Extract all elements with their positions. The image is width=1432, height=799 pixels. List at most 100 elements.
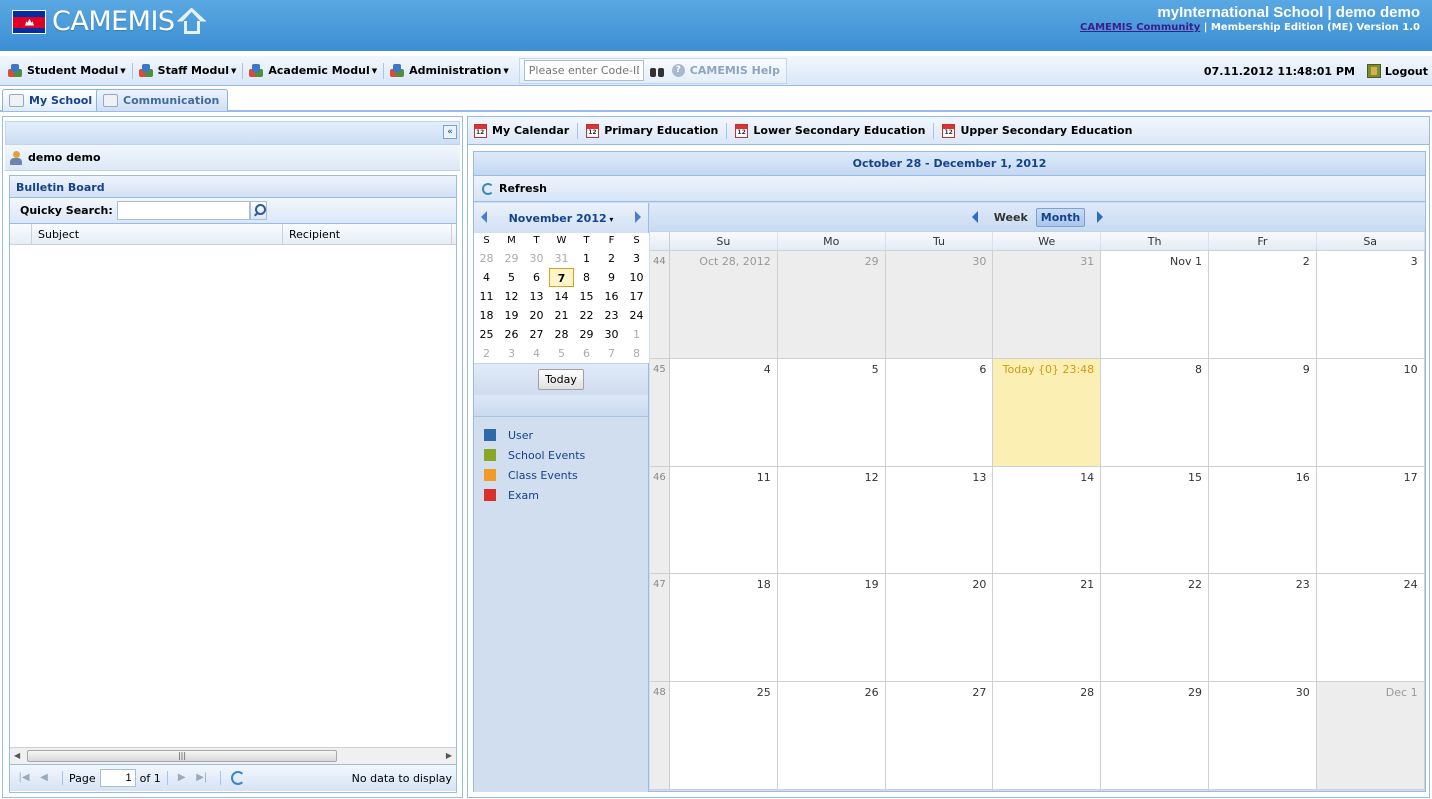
horizontal-scrollbar[interactable]: ◀ ||| ▶ <box>10 747 456 764</box>
mini-day[interactable]: 23 <box>599 306 624 325</box>
refresh-icon[interactable] <box>230 771 245 785</box>
day-cell[interactable]: 5 <box>778 358 886 466</box>
mini-day[interactable]: 3 <box>499 344 524 363</box>
tab-upper-secondary-education[interactable]: Upper Secondary Education <box>942 123 1132 138</box>
day-cell[interactable]: 12 <box>778 466 886 574</box>
mini-day[interactable]: 20 <box>524 306 549 325</box>
code-id-input[interactable] <box>523 60 644 81</box>
day-cell[interactable]: 19 <box>778 574 886 682</box>
mini-day[interactable]: 8 <box>574 268 599 287</box>
mini-day[interactable]: 30 <box>599 325 624 344</box>
last-page-icon[interactable]: ▶| <box>194 770 210 786</box>
mini-day[interactable]: 4 <box>474 268 499 287</box>
mini-day[interactable]: 26 <box>499 325 524 344</box>
day-cell[interactable]: 16 <box>1209 466 1317 574</box>
scroll-right-icon[interactable]: ▶ <box>446 751 452 760</box>
collapse-left-icon[interactable]: « <box>443 125 457 139</box>
mini-day[interactable]: 29 <box>499 249 524 268</box>
day-cell[interactable]: 13 <box>886 466 994 574</box>
mini-day[interactable]: 2 <box>599 249 624 268</box>
next-month-icon[interactable] <box>635 211 641 223</box>
prev-month-icon[interactable] <box>481 211 487 223</box>
day-cell[interactable]: 28 <box>993 682 1102 789</box>
week-view-button[interactable]: Week <box>990 209 1032 226</box>
mini-day[interactable]: 29 <box>574 325 599 344</box>
day-cell[interactable]: 2 <box>1209 251 1317 358</box>
day-cell[interactable]: 26 <box>778 682 886 789</box>
mini-day[interactable]: 4 <box>524 344 549 363</box>
day-cell[interactable]: 29 <box>1101 682 1209 789</box>
binoculars-icon[interactable] <box>649 65 664 77</box>
mini-day[interactable]: 15 <box>574 287 599 306</box>
day-cell[interactable]: 20 <box>886 574 994 682</box>
mini-day[interactable]: 30 <box>524 249 549 268</box>
day-cell[interactable]: 17 <box>1317 466 1425 574</box>
academic-modul-menu[interactable]: Academic Modul ▼ <box>245 60 381 82</box>
student-modul-menu[interactable]: Student Modul ▼ <box>4 60 130 82</box>
day-cell[interactable]: 21 <box>993 574 1102 682</box>
mini-day[interactable]: 19 <box>499 306 524 325</box>
tab-lower-secondary-education[interactable]: Lower Secondary Education <box>735 123 925 138</box>
day-cell[interactable]: 31 <box>993 251 1102 358</box>
mini-day[interactable]: 2 <box>474 344 499 363</box>
day-cell[interactable]: Nov 1 <box>1101 251 1209 358</box>
day-cell[interactable]: 14 <box>993 466 1102 574</box>
day-cell[interactable]: 30 <box>1209 682 1317 789</box>
day-cell[interactable]: 3 <box>1317 251 1425 358</box>
day-cell[interactable]: 11 <box>670 466 778 574</box>
mini-day[interactable]: 10 <box>624 268 649 287</box>
mini-day[interactable]: 9 <box>599 268 624 287</box>
prev-page-icon[interactable]: ◀ <box>36 770 52 786</box>
day-cell[interactable]: 9 <box>1209 358 1317 466</box>
community-link[interactable]: CAMEMIS Community <box>1080 22 1200 33</box>
mini-day[interactable]: 12 <box>499 287 524 306</box>
mini-day[interactable]: 13 <box>524 287 549 306</box>
mini-day[interactable]: 21 <box>549 306 574 325</box>
day-cell-today[interactable]: Today {0} 23:48 <box>993 358 1102 466</box>
mini-day[interactable]: 25 <box>474 325 499 344</box>
day-cell[interactable]: 29 <box>777 251 886 358</box>
staff-modul-menu[interactable]: Staff Modul ▼ <box>135 60 241 82</box>
day-cell[interactable]: 8 <box>1101 358 1209 466</box>
next-period-icon[interactable] <box>1097 211 1104 223</box>
mini-day[interactable]: 27 <box>524 325 549 344</box>
week-number[interactable]: 48 <box>650 682 670 789</box>
mini-day[interactable]: 16 <box>599 287 624 306</box>
mini-day[interactable]: 24 <box>624 306 649 325</box>
search-icon[interactable] <box>249 201 267 220</box>
column-header-recipient[interactable]: Recipient <box>283 224 452 244</box>
day-cell[interactable]: 25 <box>670 682 778 789</box>
mini-day-today[interactable]: 7 <box>549 268 574 287</box>
day-cell[interactable]: 23 <box>1209 574 1317 682</box>
mini-day[interactable]: 6 <box>574 344 599 363</box>
administration-menu[interactable]: Administration ▼ <box>386 60 513 82</box>
mini-day[interactable]: 22 <box>574 306 599 325</box>
mini-day[interactable]: 6 <box>524 268 549 287</box>
day-cell[interactable]: 10 <box>1317 358 1425 466</box>
mini-day[interactable]: 28 <box>474 249 499 268</box>
logout-button[interactable]: Logout <box>1366 64 1428 78</box>
mini-day[interactable]: 1 <box>574 249 599 268</box>
first-page-icon[interactable]: |◀ <box>16 770 32 786</box>
scroll-left-icon[interactable]: ◀ <box>14 751 20 760</box>
mini-day[interactable]: 18 <box>474 306 499 325</box>
day-cell[interactable]: 18 <box>670 574 778 682</box>
mini-day[interactable]: 28 <box>549 325 574 344</box>
quick-search-input[interactable] <box>116 201 250 220</box>
camemis-logo[interactable]: CAMEMIS <box>12 6 207 37</box>
week-number[interactable]: 47 <box>650 574 670 682</box>
day-cell[interactable]: Dec 1 <box>1316 682 1425 789</box>
day-cell[interactable]: 30 <box>885 251 994 358</box>
mini-day[interactable]: 17 <box>624 287 649 306</box>
tab-my-calendar[interactable]: My Calendar <box>474 123 569 138</box>
day-cell[interactable]: Oct 28, 2012 <box>670 251 778 358</box>
mini-day[interactable]: 31 <box>549 249 574 268</box>
refresh-button[interactable]: Refresh <box>474 176 1425 202</box>
scrollbar-thumb[interactable]: ||| <box>27 750 337 762</box>
mini-day[interactable]: 14 <box>549 287 574 306</box>
week-number[interactable]: 45 <box>650 358 670 466</box>
week-number[interactable]: 46 <box>650 466 670 574</box>
today-button[interactable]: Today <box>538 369 584 390</box>
mini-day[interactable]: 1 <box>624 325 649 344</box>
week-number[interactable]: 44 <box>650 251 670 358</box>
